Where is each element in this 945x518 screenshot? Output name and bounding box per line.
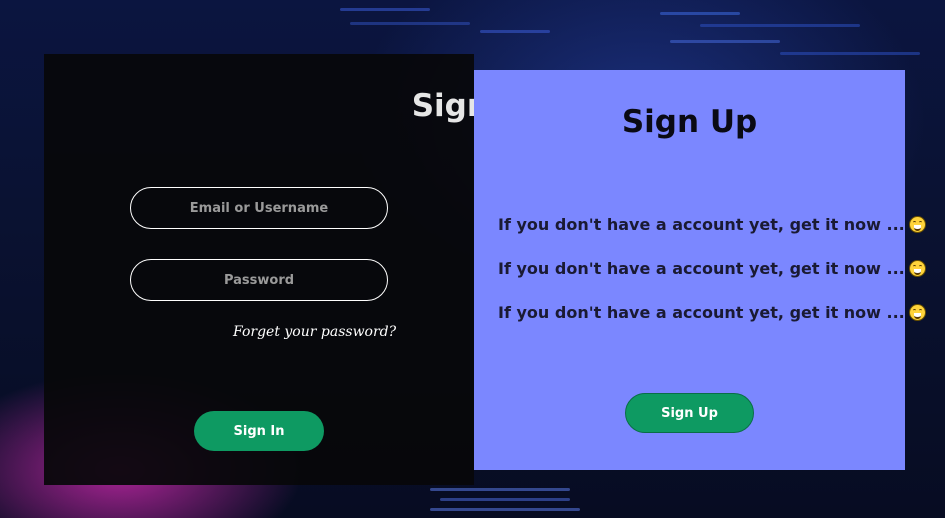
forgot-password-link[interactable]: Forget your password? [233, 324, 396, 340]
signup-message-text: If you don't have a account yet, get it … [498, 259, 905, 278]
signup-button[interactable]: Sign Up [625, 393, 754, 433]
password-input[interactable] [130, 259, 388, 301]
grinning-face-icon [908, 304, 926, 321]
signup-message-text: If you don't have a account yet, get it … [498, 215, 905, 234]
signup-message: If you don't have a account yet, get it … [498, 259, 926, 278]
signup-message: If you don't have a account yet, get it … [498, 215, 926, 234]
signup-message: If you don't have a account yet, get it … [498, 303, 926, 322]
grinning-face-icon [908, 216, 926, 233]
email-username-input[interactable] [130, 187, 388, 229]
signup-message-text: If you don't have a account yet, get it … [498, 303, 905, 322]
signin-button[interactable]: Sign In [194, 411, 324, 451]
signup-title: Sign Up [621, 104, 758, 140]
grinning-face-icon [908, 260, 926, 277]
